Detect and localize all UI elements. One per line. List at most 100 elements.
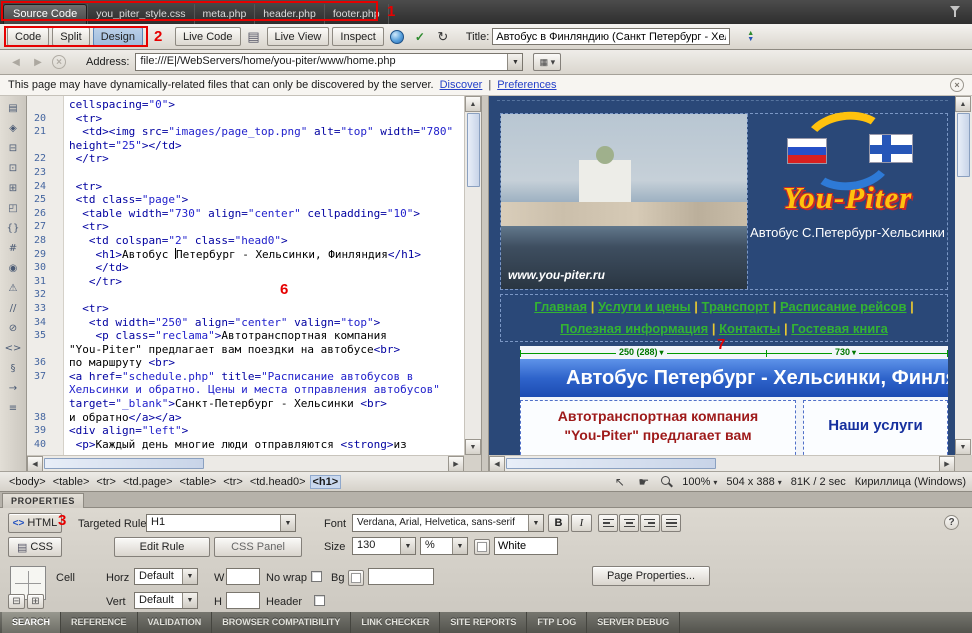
wrap-tag-icon[interactable]: <>: [3, 340, 23, 357]
design-vertical-scrollbar[interactable]: [955, 96, 972, 455]
results-tab-ftp-log[interactable]: FTP LOG: [527, 612, 587, 633]
css-properties-button[interactable]: CSS: [8, 537, 62, 557]
tag-selector-item[interactable]: <td.page>: [120, 475, 176, 489]
collapse-selection-icon[interactable]: ⊡: [3, 160, 23, 177]
open-documents-icon[interactable]: ▤: [3, 100, 23, 117]
select-tool-icon[interactable]: [612, 474, 627, 489]
forward-icon[interactable]: [30, 54, 46, 70]
recent-snippets-icon[interactable]: §: [3, 360, 23, 377]
tag-selector-item[interactable]: <body>: [6, 475, 49, 489]
apply-comment-icon[interactable]: //: [3, 300, 23, 317]
code-vertical-scrollbar[interactable]: [464, 96, 481, 455]
related-file-tab[interactable]: header.php: [255, 4, 325, 24]
align-left-icon[interactable]: [598, 514, 618, 532]
design-nav-link[interactable]: Услуги и цены: [598, 299, 691, 314]
chevron-down-icon[interactable]: [528, 515, 543, 531]
merge-cells-icon[interactable]: [8, 594, 25, 609]
document-title-input[interactable]: [492, 28, 730, 45]
scroll-left-icon[interactable]: [489, 456, 505, 471]
results-tab-validation[interactable]: VALIDATION: [138, 612, 213, 633]
live-view-options-icon[interactable]: [533, 53, 561, 71]
code-view-pane[interactable]: cellspacing="0">20 <tr>21 <td><img src="…: [27, 96, 481, 471]
html-properties-button[interactable]: HTML: [8, 513, 62, 533]
font-select[interactable]: Verdana, Arial, Helvetica, sans-serif: [352, 514, 544, 532]
properties-tab[interactable]: PROPERTIES: [2, 493, 84, 508]
hand-tool-icon[interactable]: [636, 474, 651, 489]
vert-align-select[interactable]: Default: [134, 592, 198, 609]
intro-text-cell[interactable]: Автотранспортная компания "You-Piter" пр…: [520, 400, 796, 455]
scrollbar-thumb[interactable]: [44, 458, 204, 469]
scroll-down-icon[interactable]: [955, 439, 971, 455]
chevron-down-icon[interactable]: [182, 593, 197, 608]
help-icon[interactable]: ?: [944, 515, 959, 530]
stop-icon[interactable]: [52, 55, 66, 69]
format-source-code-icon[interactable]: ≡: [3, 400, 23, 417]
tag-selector-item[interactable]: <table>: [50, 475, 93, 489]
code-navigator-icon[interactable]: ◈: [3, 120, 23, 137]
collapse-full-tag-icon[interactable]: ⊟: [3, 140, 23, 157]
scroll-down-icon[interactable]: [465, 439, 481, 455]
scroll-left-icon[interactable]: [27, 456, 43, 471]
related-file-tab[interactable]: you_piter_style.css: [87, 4, 194, 24]
syntax-error-alerts-icon[interactable]: ⚠: [3, 280, 23, 297]
zoom-level-select[interactable]: 100%: [682, 476, 717, 488]
design-nav-link[interactable]: Полезная информация: [560, 321, 708, 336]
bold-button[interactable]: B: [548, 514, 569, 532]
live-view-button[interactable]: Live View: [267, 27, 330, 46]
design-nav-link[interactable]: Гостевая книга: [791, 321, 888, 336]
results-tab-link-checker[interactable]: LINK CHECKER: [351, 612, 440, 633]
related-file-tab[interactable]: footer.php: [325, 4, 389, 24]
scroll-up-icon[interactable]: [465, 96, 481, 112]
select-parent-tag-icon[interactable]: ◰: [3, 200, 23, 217]
address-combo[interactable]: file:///E|/WebServers/home/you-piter/www…: [135, 53, 523, 71]
split-cell-icon[interactable]: [27, 594, 44, 609]
chevron-down-icon[interactable]: [452, 538, 467, 554]
scrollbar-thumb[interactable]: [467, 113, 480, 187]
design-nav-link[interactable]: Главная: [534, 299, 587, 314]
related-file-tab[interactable]: meta.php: [195, 4, 256, 24]
scroll-up-icon[interactable]: [955, 96, 971, 112]
window-size-select[interactable]: 504 x 388: [726, 476, 781, 488]
table-width-menu[interactable]: 730: [832, 347, 859, 358]
results-tab-search[interactable]: SEARCH: [2, 612, 61, 633]
close-icon[interactable]: [950, 78, 964, 92]
file-management-icon[interactable]: [747, 31, 754, 43]
design-view-pane[interactable]: www.you-piter.ru You-Piter Автобус С.Пет…: [489, 96, 972, 471]
design-nav-link[interactable]: Контакты: [719, 321, 780, 336]
size-unit-select[interactable]: %: [420, 537, 468, 555]
source-code-tab[interactable]: Source Code: [3, 4, 87, 24]
design-nav-link[interactable]: Транспорт: [702, 299, 770, 314]
zoom-tool-icon[interactable]: [660, 475, 673, 488]
compare-files-icon[interactable]: [244, 27, 264, 46]
chevron-down-icon[interactable]: [507, 54, 522, 70]
results-tab-browser-compatibility[interactable]: BROWSER COMPATIBILITY: [212, 612, 351, 633]
live-code-button[interactable]: Live Code: [175, 27, 241, 46]
tag-selector-item[interactable]: <tr>: [220, 475, 246, 489]
cell-width-input[interactable]: [226, 568, 260, 585]
back-icon[interactable]: [8, 54, 24, 70]
horz-align-select[interactable]: Default: [134, 568, 198, 585]
design-nav-link[interactable]: Расписание рейсов: [780, 299, 906, 314]
bg-color-swatch[interactable]: [348, 570, 364, 586]
preview-browser-icon[interactable]: [387, 27, 407, 46]
services-heading-cell[interactable]: Наши услуги: [803, 400, 948, 455]
chevron-down-icon[interactable]: [400, 538, 415, 554]
tag-selector-item[interactable]: <td.head0>: [247, 475, 309, 489]
preferences-link[interactable]: Preferences: [497, 79, 556, 91]
header-checkbox[interactable]: [314, 595, 325, 606]
edit-rule-button[interactable]: Edit Rule: [114, 537, 210, 557]
split-view-button[interactable]: Split: [52, 27, 89, 46]
results-tab-server-debug[interactable]: SERVER DEBUG: [587, 612, 680, 633]
tag-selector-item[interactable]: <table>: [177, 475, 220, 489]
page-properties-button[interactable]: Page Properties...: [592, 566, 710, 586]
targeted-rule-select[interactable]: H1: [146, 514, 296, 532]
code-horizontal-scrollbar[interactable]: [27, 455, 464, 471]
tag-selector-item[interactable]: <h1>: [310, 475, 342, 489]
no-wrap-checkbox[interactable]: [311, 571, 322, 582]
align-center-icon[interactable]: [619, 514, 639, 532]
page-heading[interactable]: Автобус Петербург - Хельсинки, Финляндия: [520, 359, 948, 397]
scrollbar-thumb[interactable]: [957, 113, 970, 177]
filter-related-files-icon[interactable]: [950, 6, 962, 18]
results-tab-reference[interactable]: REFERENCE: [61, 612, 138, 633]
code-view-button[interactable]: Code: [7, 27, 49, 46]
